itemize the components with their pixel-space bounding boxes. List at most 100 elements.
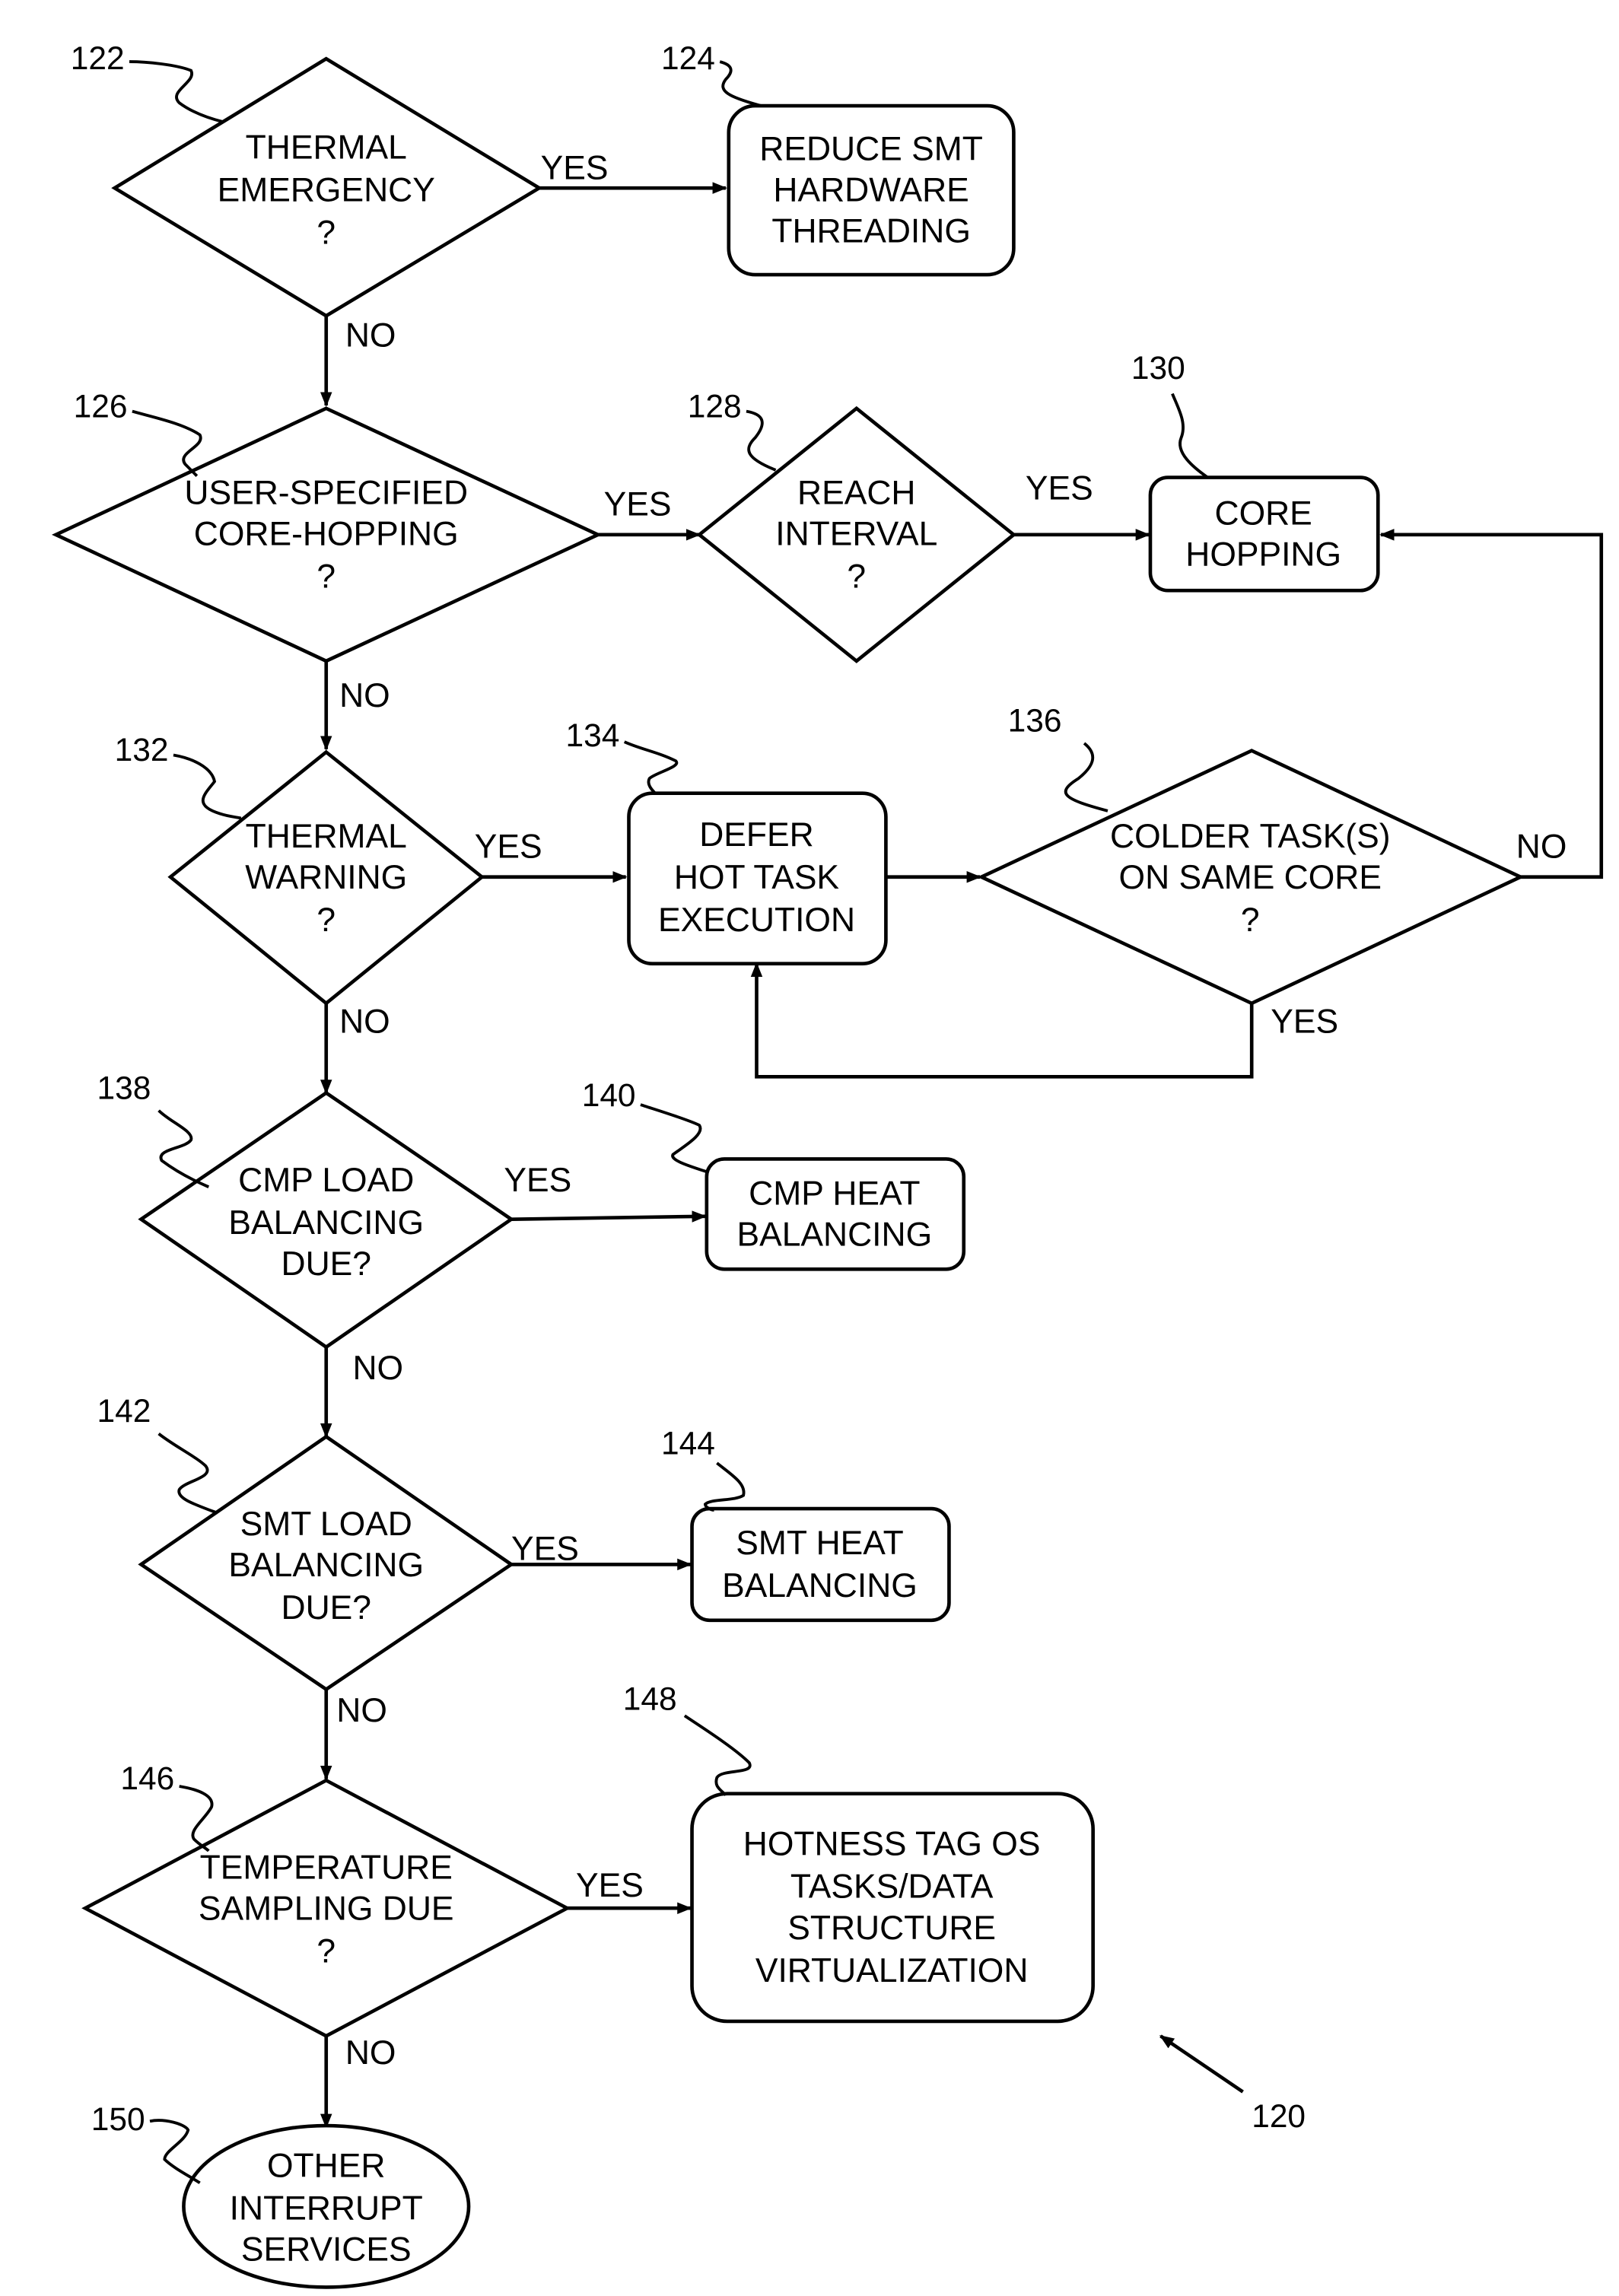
ref-122: 122	[71, 40, 125, 76]
leader-132	[173, 753, 242, 820]
leader-130	[1171, 393, 1209, 479]
node-134-line-3: EXECUTION	[658, 902, 855, 939]
ref-134: 134	[565, 717, 619, 753]
node-136-colder-tasks-same-core: COLDER TASK(S) ON SAME CORE ?	[977, 749, 1525, 1006]
node-138-cmp-load-balancing: CMP LOAD BALANCING DUE?	[138, 1090, 515, 1350]
node-142-line-1: SMT LOAD	[240, 1506, 412, 1543]
node-124-line-3: THREADING	[771, 213, 971, 250]
node-132-line-3: ?	[316, 902, 336, 939]
node-138-line-2: BALANCING	[228, 1204, 424, 1242]
leader-144	[703, 1461, 746, 1512]
node-144-line-2: BALANCING	[722, 1567, 918, 1604]
ref-148: 148	[623, 1681, 677, 1717]
leader-146	[179, 1785, 214, 1852]
node-132-line-2: WARNING	[245, 859, 407, 896]
edge-label-142-no: NO	[336, 1692, 387, 1729]
node-128-line-1: REACH	[797, 474, 915, 511]
edge-label-132-yes: YES	[475, 828, 542, 866]
node-142-line-3: DUE?	[281, 1589, 371, 1627]
leader-138	[157, 1109, 210, 1188]
leader-134	[623, 740, 679, 795]
edge-label-122-no: NO	[345, 317, 396, 355]
node-122-line-1: THERMAL	[246, 129, 407, 167]
edge-label-138-no: NO	[352, 1350, 403, 1387]
node-148-line-1: HOTNESS TAG OS	[743, 1826, 1041, 1863]
node-140-line-2: BALANCING	[737, 1216, 933, 1253]
edge-label-122-yes: YES	[541, 150, 609, 187]
leader-126	[132, 409, 202, 477]
node-140-line-1: CMP HEAT	[749, 1175, 920, 1212]
node-124-line-2: HARDWARE	[773, 172, 969, 209]
node-144-line-1: SMT HEAT	[736, 1525, 903, 1562]
node-148-line-2: TASKS/DATA	[790, 1868, 994, 1906]
node-130-line-2: HOPPING	[1185, 536, 1341, 573]
leader-136	[1064, 742, 1108, 813]
node-126-line-1: USER-SPECIFIED	[184, 474, 468, 511]
node-150-other-interrupt-services: OTHER INTERRUPT SERVICES	[182, 2123, 471, 2289]
node-126-line-2: CORE-HOPPING	[194, 515, 459, 552]
node-140-cmp-heat-balancing: CMP HEAT BALANCING	[705, 1157, 966, 1271]
node-122-line-2: EMERGENCY	[218, 172, 435, 209]
node-122-thermal-emergency: THERMAL EMERGENCY ?	[111, 56, 543, 318]
figure-reference: 120	[1159, 2034, 1306, 2134]
node-142-line-2: BALANCING	[228, 1547, 424, 1584]
edge-label-128-yes: YES	[1026, 470, 1093, 507]
leader-122	[129, 60, 224, 124]
node-146-line-3: ?	[316, 1933, 336, 1970]
node-132-thermal-warning: THERMAL WARNING ?	[167, 749, 485, 1006]
edge-label-126-no: NO	[339, 677, 390, 714]
node-146-line-1: TEMPERATURE	[200, 1849, 453, 1887]
node-146-temperature-sampling: TEMPERATURE SAMPLING DUE ?	[81, 1778, 571, 2038]
ref-146: 146	[120, 1760, 174, 1796]
node-136-line-3: ?	[1241, 902, 1260, 939]
edge-136-134	[750, 962, 1254, 1079]
node-144-smt-heat-balancing: SMT HEAT BALANCING	[690, 1506, 951, 1623]
leader-142	[157, 1433, 218, 1515]
node-128-line-3: ?	[847, 558, 866, 595]
node-124-reduce-smt: REDUCE SMT HARDWARE THREADING	[727, 103, 1016, 277]
ref-132: 132	[115, 732, 169, 768]
node-138-line-1: CMP LOAD	[238, 1162, 414, 1199]
node-128-reach-interval: REACH INTERVAL ?	[696, 405, 1017, 663]
node-134-defer-hot-task: DEFER HOT TASK EXECUTION	[627, 791, 888, 965]
edge-label-132-no: NO	[339, 1003, 390, 1040]
figure-ref-120: 120	[1252, 2098, 1306, 2134]
node-150-line-2: INTERRUPT	[230, 2190, 423, 2228]
node-126-user-specified-core-hopping: USER-SPECIFIED CORE-HOPPING ?	[51, 406, 603, 663]
ref-150: 150	[91, 2101, 145, 2137]
node-148-line-3: STRUCTURE	[787, 1910, 996, 1947]
node-148-line-4: VIRTUALIZATION	[755, 1952, 1029, 1989]
leader-124	[719, 60, 762, 107]
edge-label-146-no: NO	[345, 2034, 396, 2072]
edge-label-142-yes: YES	[511, 1531, 579, 1568]
flowchart: YES NO YES YES NO YES NO YES NO YES NO Y…	[51, 40, 1604, 2289]
node-138-line-3: DUE?	[281, 1245, 371, 1283]
node-136-line-2: ON SAME CORE	[1119, 859, 1382, 896]
ref-130: 130	[1131, 350, 1185, 386]
edge-label-126-yes: YES	[604, 486, 672, 523]
leader-140	[640, 1103, 709, 1174]
node-150-line-3: SERVICES	[241, 2231, 412, 2269]
node-124-line-1: REDUCE SMT	[759, 130, 983, 167]
node-150-line-1: OTHER	[267, 2148, 385, 2185]
node-134-line-1: DEFER	[699, 816, 814, 854]
node-126-line-3: ?	[316, 558, 336, 595]
leader-128	[746, 409, 777, 472]
node-136-line-1: COLDER TASK(S)	[1110, 818, 1390, 855]
node-128-line-2: INTERVAL	[775, 515, 937, 552]
leader-150	[149, 2119, 201, 2184]
node-148-hotness-tag: HOTNESS TAG OS TASKS/DATA STRUCTURE VIRT…	[690, 1792, 1095, 2024]
node-132-line-1: THERMAL	[246, 818, 407, 855]
node-134-line-2: HOT TASK	[674, 859, 840, 896]
edge-label-136-no: NO	[1516, 828, 1567, 866]
edge-label-138-yes: YES	[504, 1162, 571, 1199]
ref-144: 144	[661, 1426, 715, 1461]
edge-labels: YES NO YES YES NO YES NO YES NO YES NO Y…	[336, 150, 1567, 2072]
edge-label-146-yes: YES	[576, 1867, 644, 1904]
leader-148	[683, 1714, 752, 1796]
ref-124: 124	[661, 40, 715, 76]
edge-138-140	[511, 1210, 707, 1223]
node-142-smt-load-balancing: SMT LOAD BALANCING DUE?	[138, 1434, 515, 1692]
node-130-core-hopping: CORE HOPPING	[1148, 475, 1380, 593]
ref-128: 128	[688, 388, 742, 424]
